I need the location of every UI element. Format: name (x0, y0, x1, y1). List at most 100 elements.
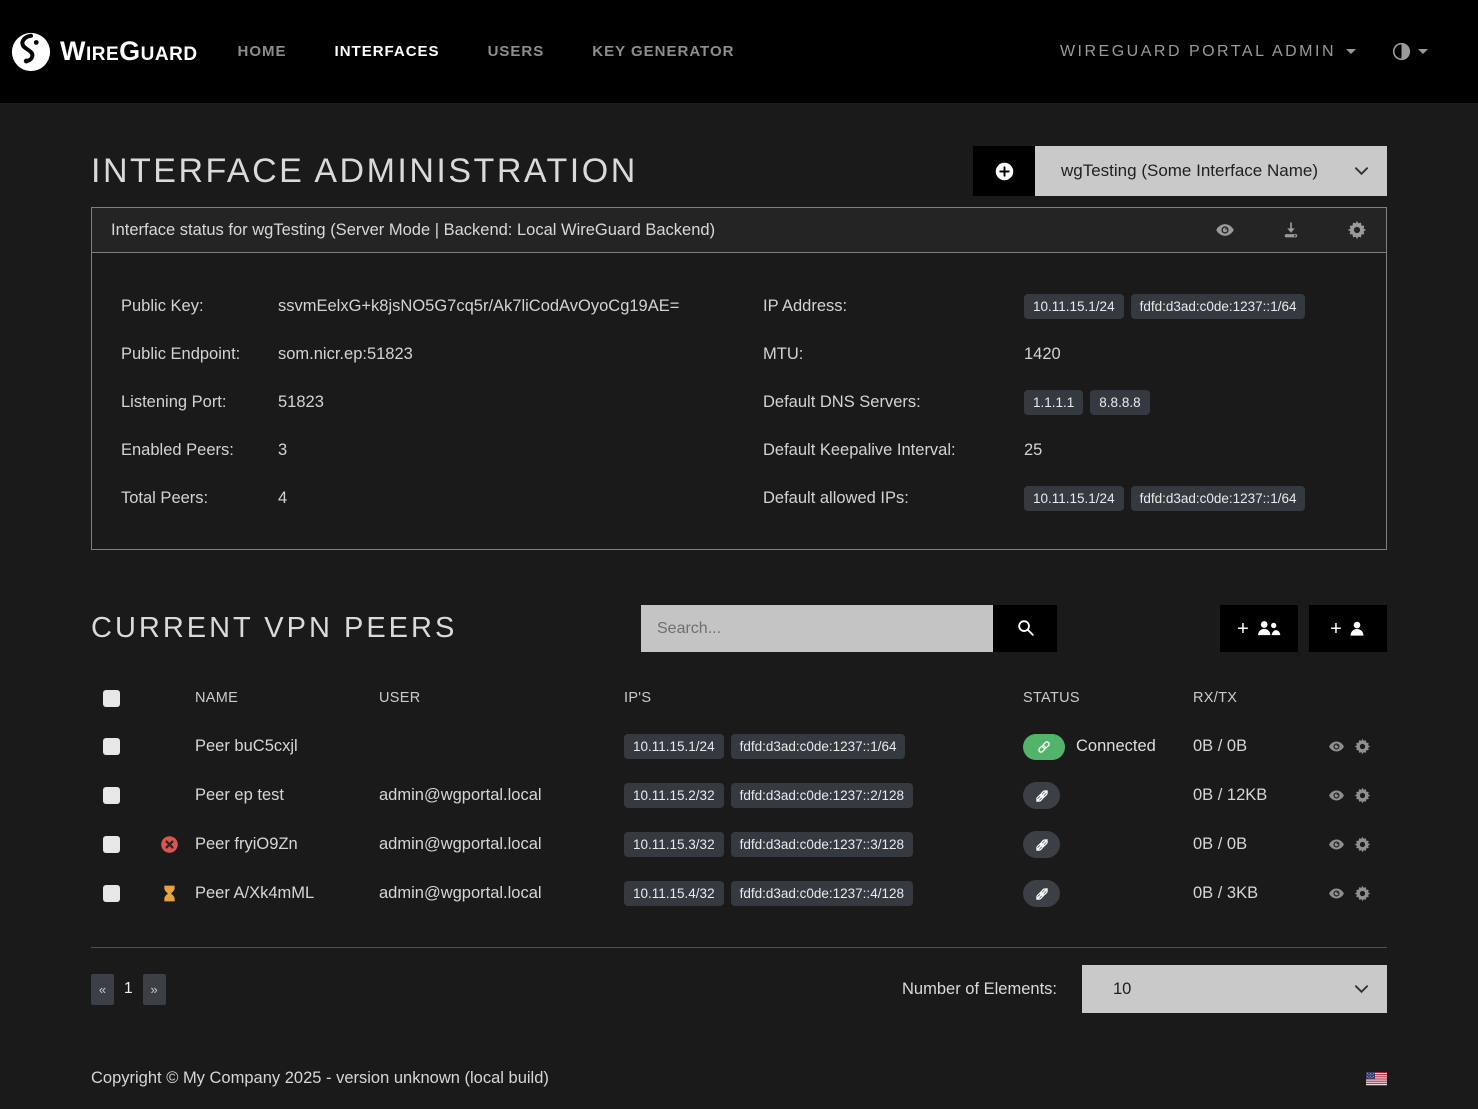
peers-table: NAME USER IP'S STATUS RX/TX Peer buC5cxj (91, 674, 1387, 918)
nav-item-users[interactable]: USERS (488, 43, 545, 60)
brand-name: WireGuard (60, 36, 198, 67)
row-checkbox[interactable] (103, 738, 120, 755)
interface-select-value: wgTesting (Some Interface Name) (1061, 161, 1318, 181)
peer-status (1023, 831, 1193, 858)
card-header: Interface status for wgTesting (Server M… (92, 208, 1386, 253)
peer-rxtx: 0B / 0B (1193, 737, 1328, 756)
row-checkbox[interactable] (103, 787, 120, 804)
peer-settings-gear-icon[interactable] (1354, 738, 1371, 755)
wireguard-logo-icon (10, 31, 52, 73)
peer-view-eye-icon[interactable] (1328, 836, 1345, 853)
peer-user: admin@wgportal.local (379, 786, 624, 805)
peer-status (1023, 782, 1193, 809)
detail-value: 1.1.1.18.8.8.8 (1024, 390, 1150, 415)
peer-view-eye-icon[interactable] (1328, 885, 1345, 902)
peer-ips: 10.11.15.4/32fdfd:d3ad:c0de:1237::4/128 (624, 881, 1023, 906)
ip-badge: fdfd:d3ad:c0de:1237::1/64 (1131, 294, 1306, 319)
theme-toggle[interactable] (1392, 42, 1428, 61)
language-flag-us-icon[interactable] (1366, 1072, 1387, 1086)
interface-select[interactable]: wgTesting (Some Interface Name) (1035, 146, 1387, 196)
column-header-status: STATUS (1023, 690, 1193, 706)
detail-label: IP Address: (763, 297, 1024, 316)
user-menu[interactable]: WIREGUARD PORTAL ADMIN (1060, 43, 1356, 61)
table-divider (91, 947, 1387, 948)
chevron-down-icon (1354, 166, 1369, 176)
add-multiple-peers-button[interactable]: + (1220, 605, 1298, 652)
ip-badge: 10.11.15.1/24 (1024, 486, 1124, 511)
detail-label: Public Key: (121, 297, 278, 316)
detail-row: Total Peers: 4 (92, 484, 739, 512)
ip-badge: 10.11.15.1/24 (1024, 294, 1124, 319)
detail-label: Enabled Peers: (121, 441, 278, 460)
peer-expired-icon (160, 835, 195, 854)
caret-down-icon (1418, 49, 1428, 54)
peer-status (1023, 880, 1193, 907)
chevron-down-icon (1354, 984, 1369, 994)
show-config-eye-icon[interactable] (1215, 220, 1235, 240)
detail-label: Total Peers: (121, 489, 278, 508)
peer-settings-gear-icon[interactable] (1354, 787, 1371, 804)
peer-name: Peer A/Xk4mML (195, 884, 379, 903)
detail-value: 51823 (278, 393, 324, 412)
nav-item-key-generator[interactable]: KEY GENERATOR (592, 43, 734, 60)
add-peer-button[interactable]: + (1309, 605, 1387, 652)
peer-user: admin@wgportal.local (379, 884, 624, 903)
peer-settings-gear-icon[interactable] (1354, 885, 1371, 902)
interface-settings-gear-icon[interactable] (1347, 220, 1367, 240)
peer-name: Peer buC5cxjl (195, 737, 379, 756)
pagination-current-page[interactable]: 1 (124, 980, 133, 998)
peer-rxtx: 0B / 0B (1193, 835, 1328, 854)
search-input[interactable] (641, 605, 993, 652)
search-icon (1016, 618, 1035, 640)
detail-label: Default Keepalive Interval: (763, 441, 1024, 460)
detail-row: Public Key: ssvmEelxG+k8jsNO5G7cq5r/Ak7l… (92, 292, 739, 320)
nav-item-interfaces[interactable]: INTERFACES (335, 43, 440, 60)
ip-badge: fdfd:d3ad:c0de:1237::3/128 (731, 832, 913, 857)
peer-settings-gear-icon[interactable] (1354, 836, 1371, 853)
status-disconnected-badge (1023, 880, 1060, 907)
column-header-rxtx: RX/TX (1193, 690, 1328, 706)
detail-label: Listening Port: (121, 393, 278, 412)
column-header-ips: IP'S (624, 690, 1023, 706)
peer-view-eye-icon[interactable] (1328, 738, 1345, 755)
ip-badge: 10.11.15.1/24 (624, 734, 724, 759)
detail-row: Listening Port: 51823 (92, 388, 739, 416)
ip-badge: fdfd:d3ad:c0de:1237::1/64 (731, 734, 906, 759)
row-checkbox[interactable] (103, 885, 120, 902)
detail-label: Default DNS Servers: (763, 393, 1024, 412)
plus-icon: + (1237, 619, 1249, 639)
users-icon (1255, 619, 1281, 638)
nav-item-home[interactable]: HOME (238, 43, 287, 60)
row-checkbox[interactable] (103, 836, 120, 853)
peer-rxtx: 0B / 3KB (1193, 884, 1328, 903)
detail-row: Default Keepalive Interval: 25 (739, 436, 1386, 464)
elements-count-label: Number of Elements: (902, 980, 1057, 999)
pagination: « 1 » (91, 974, 166, 1005)
peer-expiring-hourglass-icon (160, 884, 195, 903)
download-config-icon[interactable] (1281, 220, 1301, 240)
status-connected-badge (1023, 734, 1065, 760)
interface-status-card: Interface status for wgTesting (Server M… (91, 207, 1387, 550)
detail-value: som.nicr.ep:51823 (278, 345, 413, 364)
search-button[interactable] (993, 605, 1057, 652)
nav-menu: HOME INTERFACES USERS KEY GENERATOR (238, 43, 735, 60)
detail-value: 10.11.15.1/24fdfd:d3ad:c0de:1237::1/64 (1024, 486, 1305, 511)
pagination-prev-button[interactable]: « (91, 974, 114, 1005)
brand-logo[interactable]: WireGuard (10, 31, 198, 73)
detail-value: 4 (278, 489, 287, 508)
user-icon (1348, 620, 1366, 638)
add-interface-button[interactable] (973, 146, 1035, 196)
plus-circle-icon (994, 161, 1015, 182)
elements-count-select[interactable]: 10 (1082, 965, 1387, 1013)
table-header: NAME USER IP'S STATUS RX/TX (91, 674, 1387, 722)
detail-row: Default allowed IPs: 10.11.15.1/24fdfd:d… (739, 484, 1386, 512)
detail-value: 10.11.15.1/24 fdfd:d3ad:c0de:1237::1/64 (1024, 294, 1305, 319)
pagination-next-button[interactable]: » (143, 974, 166, 1005)
card-header-title: Interface status for wgTesting (Server M… (111, 221, 715, 240)
table-row: Peer buC5cxjl 10.11.15.1/24 fdfd:d3ad:c0d… (91, 722, 1387, 771)
peer-view-eye-icon[interactable] (1328, 787, 1345, 804)
detail-value: 1420 (1024, 345, 1061, 364)
table-row: Peer fryiO9Zn admin@wgportal.local 10.11… (91, 820, 1387, 869)
peer-user: admin@wgportal.local (379, 835, 624, 854)
select-all-checkbox[interactable] (103, 690, 120, 707)
